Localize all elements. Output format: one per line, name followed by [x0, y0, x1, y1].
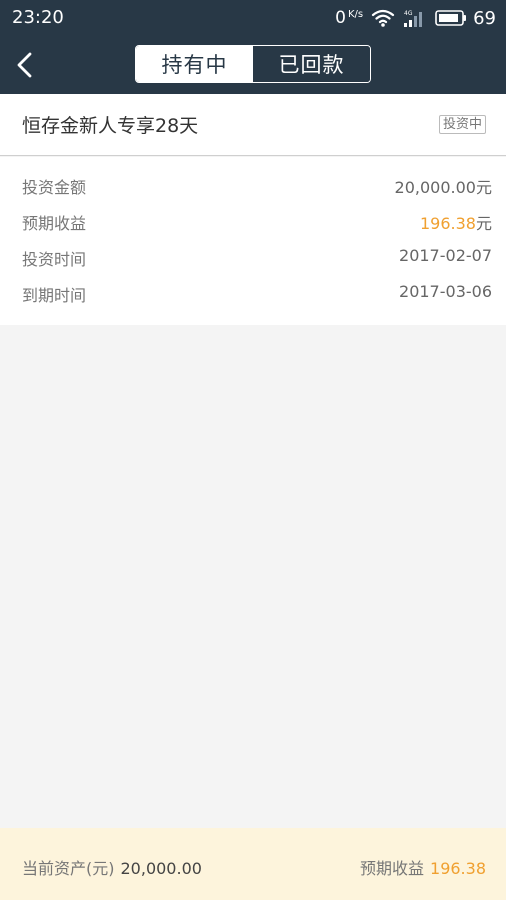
chevron-left-icon[interactable] [10, 49, 42, 81]
invest-date-value: 2017-02-07 [399, 246, 492, 265]
earnings-label: 预期收益 [360, 859, 425, 878]
battery-icon [435, 10, 467, 26]
detail-row-maturity-date: 到期时间 2017-03-06 [0, 274, 506, 310]
svg-text:4G: 4G [404, 10, 413, 17]
expected-earnings-summary: 预期收益 196.38 [360, 855, 486, 879]
detail-label: 到期时间 [22, 286, 87, 305]
detail-value: 20,000.00元 [395, 174, 492, 198]
detail-label: 投资金额 [22, 178, 87, 197]
detail-row-expected-earnings: 预期收益 196.38元 [0, 202, 506, 238]
product-header[interactable]: 恒存金新人专享28天 投资中 [0, 94, 506, 156]
signal-4g-icon: 4G [404, 10, 423, 27]
current-assets: 当前资产(元) 20,000.00 [22, 855, 202, 879]
earnings-summary-value: 196.38 [430, 859, 486, 878]
earnings-unit: 元 [475, 214, 492, 233]
detail-row-amount: 投资金额 20,000.00元 [0, 166, 506, 202]
nav-bar: 持有中 已回款 [0, 36, 506, 94]
detail-value: 196.38元 [420, 210, 492, 234]
footer-summary: 当前资产(元) 20,000.00 预期收益 196.38 [0, 828, 506, 900]
assets-value: 20,000.00 [120, 859, 202, 878]
status-indicators: 0 K/s 4G 69 [335, 6, 496, 30]
net-speed: 0 [335, 8, 346, 28]
maturity-date-value: 2017-03-06 [399, 282, 492, 301]
amount-value: 20,000.00 [394, 178, 476, 197]
product-name: 恒存金新人专享28天 [22, 115, 199, 137]
status-time: 23:20 [12, 7, 64, 28]
detail-row-invest-date: 投资时间 2017-02-07 [0, 238, 506, 274]
investment-detail-card: 投资金额 20,000.00元 预期收益 196.38元 投资时间 2017-0… [0, 157, 506, 325]
status-badge: 投资中 [438, 115, 486, 134]
detail-label: 投资时间 [22, 250, 87, 269]
earnings-value: 196.38 [420, 214, 476, 233]
detail-label: 预期收益 [22, 214, 87, 233]
wifi-icon [371, 9, 395, 27]
tab-switcher: 持有中 已回款 [135, 45, 371, 83]
net-speed-unit: K/s [347, 8, 364, 20]
tab-holding[interactable]: 持有中 [136, 46, 253, 82]
assets-label: 当前资产(元) [22, 859, 115, 878]
status-bar: 23:20 0 K/s 4G 69 [0, 0, 506, 36]
amount-unit: 元 [475, 178, 492, 197]
battery-level: 69 [473, 7, 496, 29]
tab-repaid[interactable]: 已回款 [253, 46, 370, 82]
